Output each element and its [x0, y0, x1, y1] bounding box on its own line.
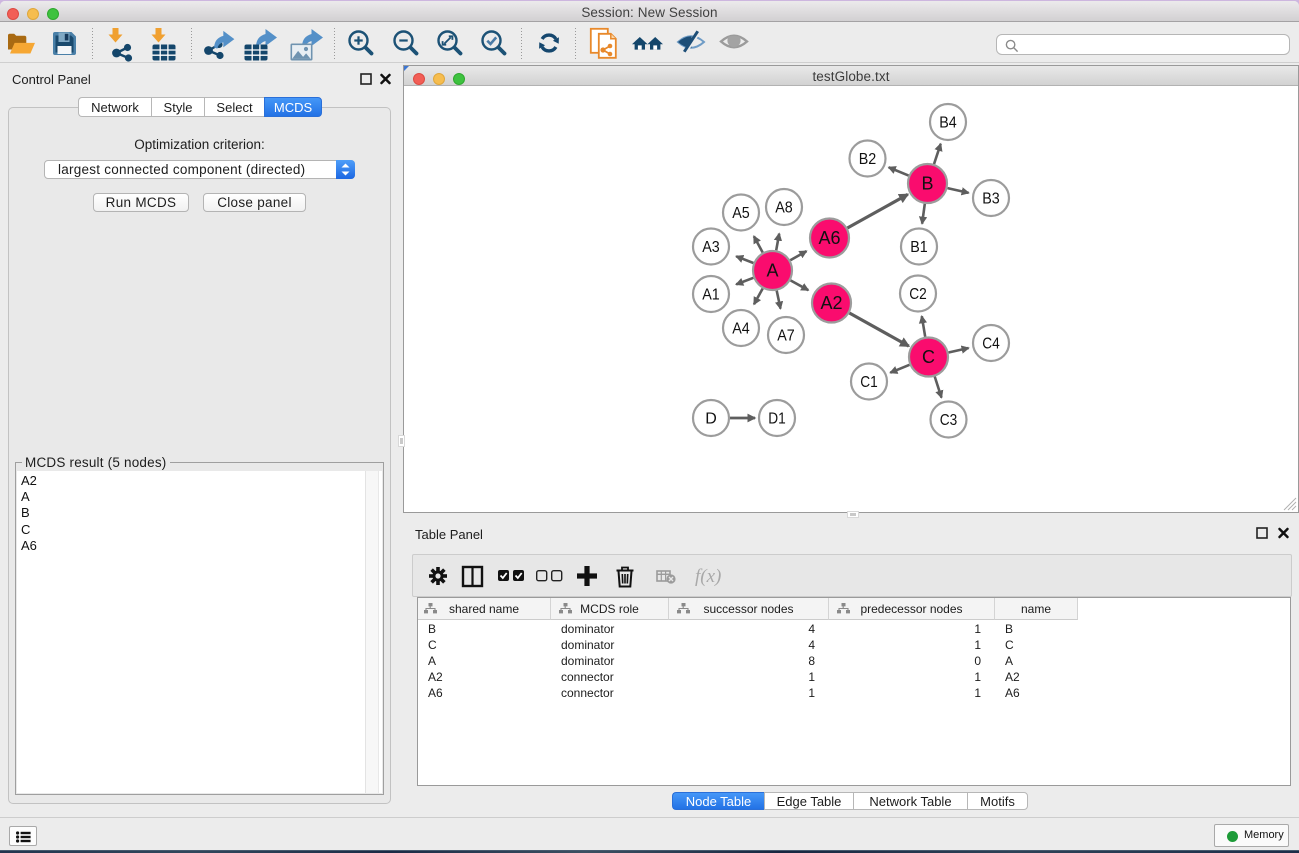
svg-text:A8: A8 [775, 200, 793, 217]
svg-text:C4: C4 [982, 336, 1000, 353]
svg-text:B1: B1 [910, 239, 928, 256]
svg-text:A7: A7 [777, 328, 795, 345]
svg-text:C: C [922, 347, 935, 367]
svg-text:C3: C3 [940, 412, 958, 429]
svg-text:A6: A6 [819, 228, 841, 248]
svg-text:A2: A2 [821, 293, 843, 313]
svg-text:C1: C1 [860, 374, 878, 391]
svg-text:f(x): f(x) [695, 566, 721, 587]
svg-text:D: D [705, 411, 717, 428]
svg-text:A3: A3 [702, 239, 720, 256]
svg-text:A: A [766, 261, 778, 281]
svg-text:B3: B3 [982, 191, 1000, 208]
svg-text:C2: C2 [909, 286, 927, 303]
svg-text:A5: A5 [732, 205, 750, 222]
svg-text:B4: B4 [939, 115, 957, 132]
svg-text:D1: D1 [768, 411, 786, 428]
svg-text:A1: A1 [702, 287, 720, 304]
svg-text:B2: B2 [859, 151, 877, 168]
svg-text:A4: A4 [732, 321, 750, 338]
svg-text:B: B [921, 174, 933, 194]
